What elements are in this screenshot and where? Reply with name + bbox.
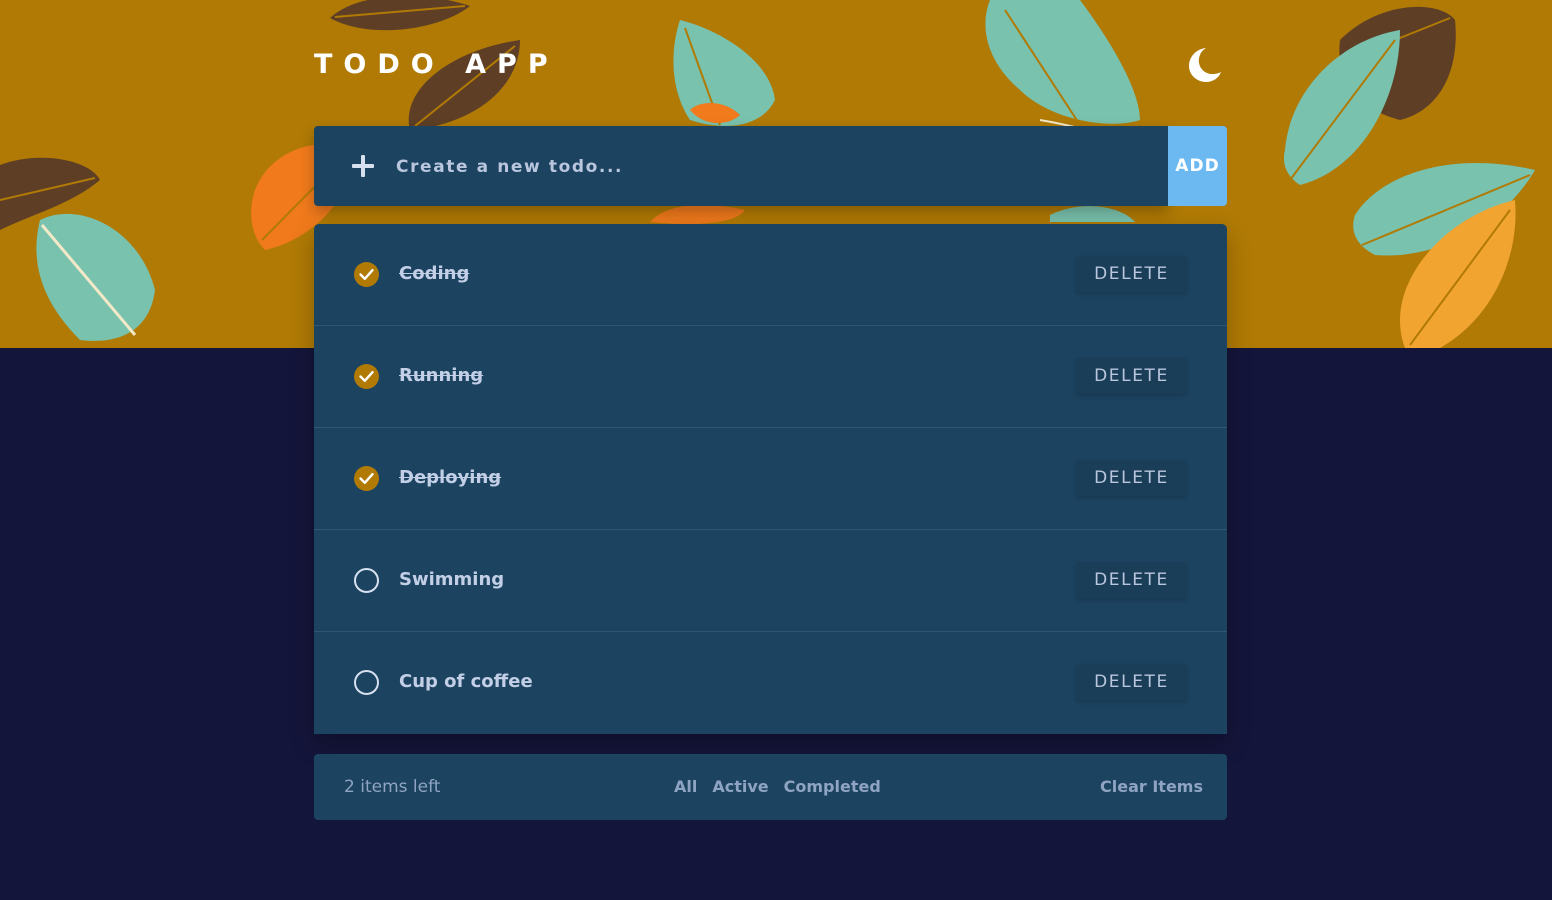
filter-completed[interactable]: Completed bbox=[784, 775, 881, 799]
todo-checkbox[interactable] bbox=[354, 568, 379, 593]
todo-label[interactable]: Swimming bbox=[399, 567, 504, 593]
todo-label[interactable]: Coding bbox=[399, 261, 469, 287]
filter-active[interactable]: Active bbox=[712, 775, 768, 799]
new-todo-input[interactable] bbox=[394, 148, 1138, 186]
todo-item: Deploying DELETE bbox=[314, 428, 1227, 530]
theme-toggle-button[interactable] bbox=[1184, 44, 1224, 84]
app-title: TODO APP bbox=[314, 49, 559, 80]
add-todo-button[interactable]: ADD bbox=[1168, 126, 1227, 206]
filter-group: All Active Completed bbox=[674, 775, 881, 799]
delete-button[interactable]: DELETE bbox=[1076, 256, 1187, 292]
todo-list: Coding DELETE Running DELETE Deploying D… bbox=[314, 224, 1227, 734]
moon-icon bbox=[1189, 48, 1221, 82]
delete-button[interactable]: DELETE bbox=[1076, 664, 1187, 700]
todo-checkbox-checked[interactable] bbox=[354, 262, 379, 287]
delete-button[interactable]: DELETE bbox=[1076, 358, 1187, 394]
new-todo-form bbox=[314, 126, 1168, 206]
filter-all[interactable]: All bbox=[674, 775, 697, 799]
check-icon bbox=[359, 473, 374, 484]
todo-label[interactable]: Deploying bbox=[399, 465, 501, 491]
delete-button[interactable]: DELETE bbox=[1076, 460, 1187, 496]
todo-item: Cup of coffee DELETE bbox=[314, 632, 1227, 734]
todo-item: Coding DELETE bbox=[314, 224, 1227, 326]
todo-label[interactable]: Cup of coffee bbox=[399, 669, 533, 695]
todo-checkbox[interactable] bbox=[354, 670, 379, 695]
delete-button[interactable]: DELETE bbox=[1076, 562, 1187, 598]
todo-checkbox-checked[interactable] bbox=[354, 364, 379, 389]
todo-checkbox-checked[interactable] bbox=[354, 466, 379, 491]
items-left-count: 2 items left bbox=[344, 777, 441, 797]
todo-item: Running DELETE bbox=[314, 326, 1227, 428]
plus-icon[interactable] bbox=[350, 153, 376, 179]
todo-label[interactable]: Running bbox=[399, 363, 483, 389]
clear-items-button[interactable]: Clear Items bbox=[1100, 775, 1203, 799]
todo-item: Swimming DELETE bbox=[314, 530, 1227, 632]
check-icon bbox=[359, 269, 374, 280]
check-icon bbox=[359, 371, 374, 382]
todo-footer: 2 items left All Active Completed Clear … bbox=[314, 754, 1227, 820]
